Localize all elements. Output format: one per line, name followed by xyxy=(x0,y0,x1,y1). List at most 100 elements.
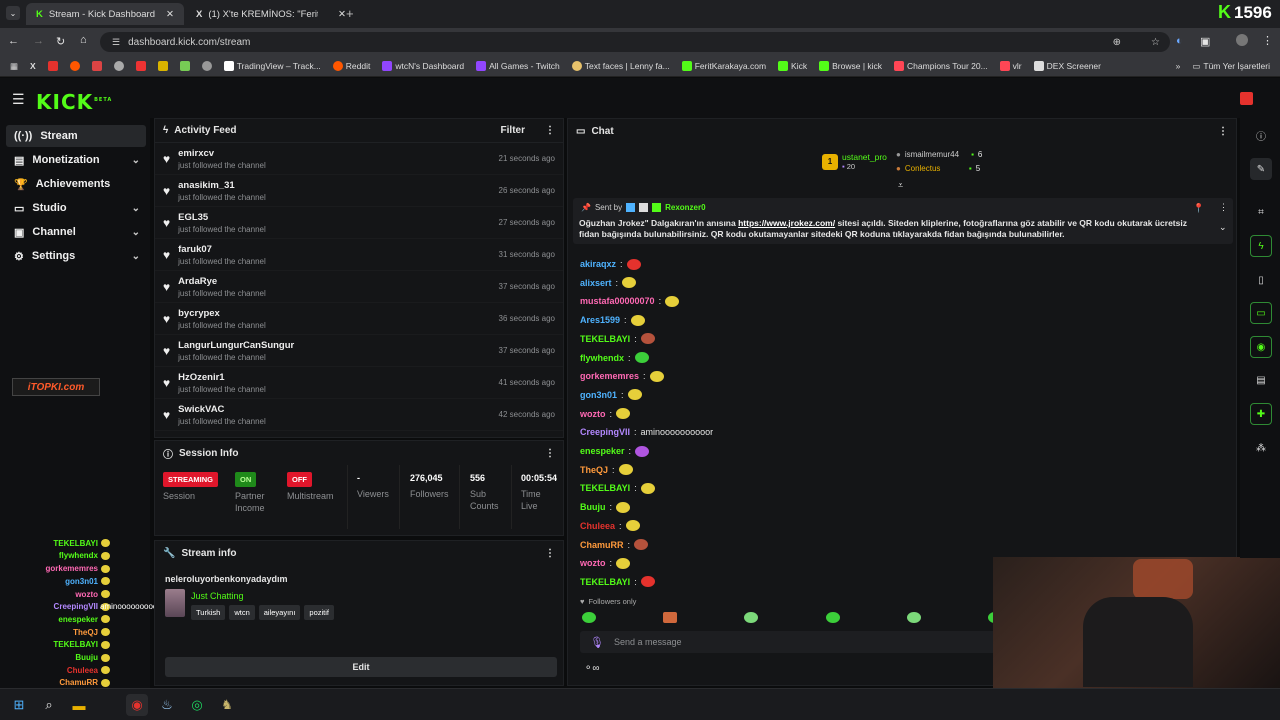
collapse-icon[interactable]: ⩡ xyxy=(898,180,903,191)
sidebar-item-monetization[interactable]: ▤ Monetization ⌄ xyxy=(6,149,146,171)
more-options-icon[interactable]: ⋮ xyxy=(545,125,555,136)
emote-icon[interactable] xyxy=(663,612,678,623)
kick-logo[interactable]: KICKBETA xyxy=(36,90,112,114)
bookmark-kick[interactable]: Kick xyxy=(774,61,811,71)
gifter-leaderboard-top1[interactable]: 1 ustanet_pro ▪ 20 xyxy=(822,152,887,171)
globe-bookmark-icon[interactable] xyxy=(198,61,216,71)
youtube-bookmark-icon[interactable] xyxy=(44,61,62,71)
gifter-leaderboard-top3[interactable]: ● Conlectus ▪ 5 xyxy=(896,164,980,173)
tab-x[interactable]: X (1) X'te KREMİNOS: "Ferit abi g ✕ xyxy=(186,3,356,25)
chat-username[interactable]: TEKELBAYI xyxy=(580,577,630,587)
user-avatar[interactable] xyxy=(1240,92,1253,105)
chat-username[interactable]: enespeker xyxy=(580,446,625,456)
follower-name[interactable]: bycrypex xyxy=(178,308,266,319)
chrome-bookmark-icon[interactable] xyxy=(110,61,128,71)
chat-username[interactable]: Chuleea xyxy=(580,521,615,531)
bookmark-browse-kick[interactable]: Browse | kick xyxy=(815,61,886,71)
spotify-icon[interactable]: ◎ xyxy=(186,694,208,716)
users-icon[interactable]: ⁂ xyxy=(1250,437,1272,459)
back-icon[interactable]: ← xyxy=(8,35,19,47)
chat-username[interactable]: wozto xyxy=(580,558,606,568)
y-bookmark-icon[interactable] xyxy=(132,61,150,71)
x-bookmark-icon[interactable]: X xyxy=(26,61,40,71)
bookmark-dex-screener[interactable]: DEX Screener xyxy=(1030,61,1105,71)
tab-kick-dashboard[interactable]: K Stream - Kick Dashboard ✕ xyxy=(26,3,184,25)
expand-icon[interactable]: ⌗ xyxy=(1250,201,1272,223)
bookmark-vlr[interactable]: vlr xyxy=(996,61,1026,71)
follower-name[interactable]: HzOzenir1 xyxy=(178,372,266,383)
follower-name[interactable]: faruk07 xyxy=(178,244,266,255)
hamburger-menu-icon[interactable]: ☰ xyxy=(12,91,25,108)
pin-icon[interactable]: 📍 xyxy=(1193,203,1204,214)
chat-username[interactable]: TheQJ xyxy=(580,465,608,475)
zoom-icon[interactable]: ⊕ xyxy=(1113,37,1121,48)
more-bookmarks-icon[interactable]: » xyxy=(1172,61,1185,71)
reload-icon[interactable]: ↻ xyxy=(56,35,65,48)
category-thumbnail[interactable] xyxy=(165,589,185,617)
follower-name[interactable]: SwickVAC xyxy=(178,404,266,415)
chat-settings-icon[interactable]: ⚬∞ xyxy=(584,663,600,674)
chat-username[interactable]: CreepingVII xyxy=(580,427,630,437)
tab-search-icon[interactable]: ⌄ xyxy=(6,6,20,20)
gold-bookmark-icon[interactable] xyxy=(154,61,172,71)
bookmark-star-icon[interactable]: ☆ xyxy=(1151,37,1160,48)
sidebar-item-stream[interactable]: ((·)) Stream xyxy=(6,125,146,147)
sidebar-item-settings[interactable]: ⚙ Settings ⌄ xyxy=(6,245,146,267)
chat-username[interactable]: TEKELBAYI xyxy=(580,334,630,344)
print-icon[interactable]: ▤ xyxy=(1250,369,1272,391)
follower-name[interactable]: anasikim_31 xyxy=(178,180,266,191)
pinned-link[interactable]: https://www.jrokez.com/ xyxy=(738,218,835,228)
edit-icon[interactable]: ✎ xyxy=(1250,158,1272,180)
close-icon[interactable]: ✕ xyxy=(166,9,174,20)
game-launcher-icon[interactable]: ♞ xyxy=(216,694,238,716)
chat-username[interactable]: mustafa00000070 xyxy=(580,296,655,306)
extensions-puzzle-icon[interactable]: ▣ xyxy=(1200,35,1210,48)
chat-username[interactable]: gorkememres xyxy=(580,371,639,381)
close-icon[interactable]: ✕ xyxy=(338,9,346,20)
document-icon[interactable]: ▯ xyxy=(1250,269,1272,291)
file-explorer-icon[interactable]: ▬ xyxy=(68,694,90,716)
info-icon[interactable]: ⓘ xyxy=(1250,124,1272,146)
chat-username[interactable]: akiraqxz xyxy=(580,259,616,269)
chrome-icon[interactable]: ◉ xyxy=(126,694,148,716)
more-options-icon[interactable]: ⋮ xyxy=(1219,202,1228,213)
more-options-icon[interactable]: ⋮ xyxy=(545,548,555,559)
steam-icon[interactable]: ♨ xyxy=(156,694,178,716)
bookmark-tradingview[interactable]: TradingView – Track... xyxy=(220,61,325,71)
android-bookmark-icon[interactable] xyxy=(176,61,194,71)
chat-username[interactable]: gon3n01 xyxy=(580,390,617,400)
new-tab-icon[interactable]: + xyxy=(346,6,354,21)
category-link[interactable]: Just Chatting xyxy=(191,591,244,601)
gmail-bookmark-icon[interactable] xyxy=(88,61,106,71)
filter-button[interactable]: Filter xyxy=(501,125,525,136)
chevron-down-icon[interactable]: ⌄ xyxy=(1219,222,1227,233)
wrench-icon[interactable]: ✚ xyxy=(1250,403,1272,425)
sidebar-item-studio[interactable]: ▭ Studio ⌄ xyxy=(6,197,146,219)
bolt-icon[interactable]: ϟ xyxy=(1250,235,1272,257)
follower-name[interactable]: EGL35 xyxy=(178,212,266,223)
home-icon[interactable]: ⌂ xyxy=(80,34,87,46)
broadcast-icon[interactable]: ◉ xyxy=(1250,336,1272,358)
emote-icon[interactable] xyxy=(744,612,759,623)
chat-username[interactable]: Buuju xyxy=(580,502,606,512)
reddit-bookmark-icon[interactable] xyxy=(66,61,84,71)
chat-username[interactable]: Ares1599 xyxy=(580,315,620,325)
gifter-leaderboard-top2[interactable]: ● ismailmemur44 ▪ 6 xyxy=(896,150,982,159)
emote-icon[interactable] xyxy=(582,612,596,623)
sidebar-item-achievements[interactable]: 🏆 Achievements xyxy=(6,173,146,195)
edit-button[interactable]: Edit xyxy=(165,657,557,677)
forward-icon[interactable]: → xyxy=(33,35,44,47)
site-info-icon[interactable]: ☰ xyxy=(112,37,120,48)
apps-icon[interactable]: ▦ xyxy=(6,61,22,72)
follower-name[interactable]: LangurLungurCanSungur xyxy=(178,340,294,351)
chat-username[interactable]: wozto xyxy=(580,409,606,419)
follower-name[interactable]: emirxcv xyxy=(178,148,266,159)
chat-username[interactable]: TEKELBAYI xyxy=(580,483,630,493)
chat-username[interactable]: flywhendx xyxy=(580,353,624,363)
follower-name[interactable]: ArdaRye xyxy=(178,276,266,287)
search-icon[interactable]: ⌕ xyxy=(38,694,60,716)
chat-input[interactable]: 🎙 Send a message xyxy=(580,631,1000,653)
more-options-icon[interactable]: ⋮ xyxy=(1218,126,1228,137)
bookmark-champions-tour[interactable]: Champions Tour 20... xyxy=(890,61,992,71)
sidebar-item-channel[interactable]: ▣ Channel ⌄ xyxy=(6,221,146,243)
